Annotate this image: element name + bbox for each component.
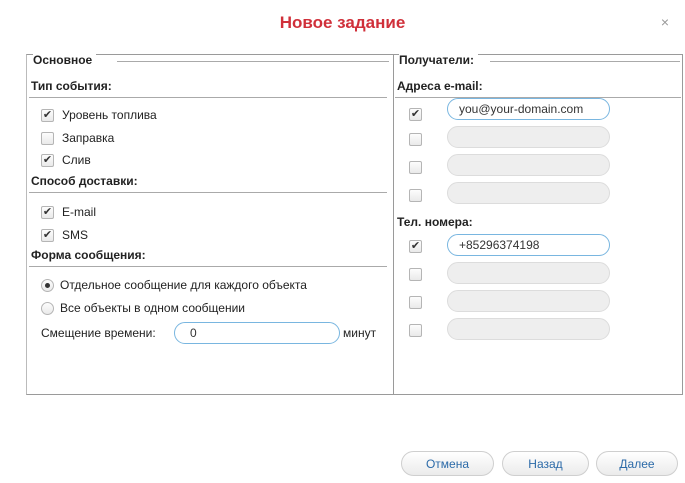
phone-2-checkbox[interactable] (409, 268, 422, 281)
phone-1-input[interactable]: +85296374198 (447, 234, 610, 256)
event-drain[interactable]: ✔ Слив (41, 153, 91, 167)
event-fuel-level[interactable]: ✔ Уровень топлива (41, 108, 157, 122)
fuel-level-label: Уровень топлива (62, 108, 157, 122)
phone-1-checkbox[interactable]: ✔ (409, 240, 422, 253)
message-form-combined[interactable]: Все объекты в одном сообщении (41, 301, 245, 315)
phone-4-input[interactable] (447, 318, 610, 340)
email-1-checkbox[interactable]: ✔ (409, 108, 422, 121)
dialog-title: Новое задание (279, 13, 406, 32)
time-offset-input[interactable]: 0 (174, 322, 340, 344)
phone-3-input[interactable] (447, 290, 610, 312)
fuel-level-checkbox[interactable]: ✔ (41, 108, 54, 122)
event-refuel[interactable]: Заправка (41, 131, 114, 145)
close-icon[interactable]: × (658, 15, 672, 29)
combined-label: Все объекты в одном сообщении (60, 301, 245, 315)
email-1-input[interactable]: you@your-domain.com (447, 98, 610, 120)
refuel-label: Заправка (62, 131, 115, 145)
refuel-checkbox[interactable] (41, 131, 54, 145)
email-2-input[interactable] (447, 126, 610, 148)
sms-delivery-checkbox[interactable]: ✔ (41, 228, 54, 242)
email-delivery-checkbox[interactable]: ✔ (41, 205, 54, 219)
drain-label: Слив (62, 153, 91, 167)
event-type-title: Тип события: (31, 79, 112, 93)
divider (29, 266, 387, 267)
delivery-sms[interactable]: ✔ SMS (41, 228, 88, 242)
phone-2-input[interactable] (447, 262, 610, 284)
legend-line (117, 61, 389, 62)
next-button[interactable]: Далее (596, 451, 678, 476)
delivery-email[interactable]: ✔ E-mail (41, 205, 96, 219)
legend-line (490, 61, 680, 62)
recipients-legend: Получатели: (399, 53, 478, 67)
separate-label: Отдельное сообщение для каждого объекта (60, 278, 307, 292)
time-offset-label: Смещение времени: (41, 326, 156, 340)
email-4-checkbox[interactable] (409, 189, 422, 202)
back-button[interactable]: Назад (502, 451, 589, 476)
time-offset-unit: минут (343, 326, 377, 340)
panel-divider (393, 54, 394, 395)
delivery-title: Способ доставки: (31, 174, 138, 188)
general-legend: Основное (33, 53, 97, 67)
email-3-checkbox[interactable] (409, 161, 422, 174)
email-2-checkbox[interactable] (409, 133, 422, 146)
email-3-input[interactable] (447, 154, 610, 176)
email-4-input[interactable] (447, 182, 610, 204)
combined-radio[interactable] (41, 301, 54, 315)
phones-title: Тел. номера: (397, 215, 473, 229)
divider (29, 192, 387, 193)
phone-4-checkbox[interactable] (409, 324, 422, 337)
cancel-button[interactable]: Отмена (401, 451, 494, 476)
drain-checkbox[interactable]: ✔ (41, 153, 54, 167)
emails-title: Адреса e-mail: (397, 79, 483, 93)
separate-radio[interactable] (41, 278, 54, 292)
divider (29, 97, 387, 98)
phone-3-checkbox[interactable] (409, 296, 422, 309)
sms-delivery-label: SMS (62, 228, 89, 242)
email-delivery-label: E-mail (62, 205, 97, 219)
message-form-title: Форма сообщения: (31, 248, 146, 262)
message-form-separate[interactable]: Отдельное сообщение для каждого объекта (41, 278, 307, 292)
